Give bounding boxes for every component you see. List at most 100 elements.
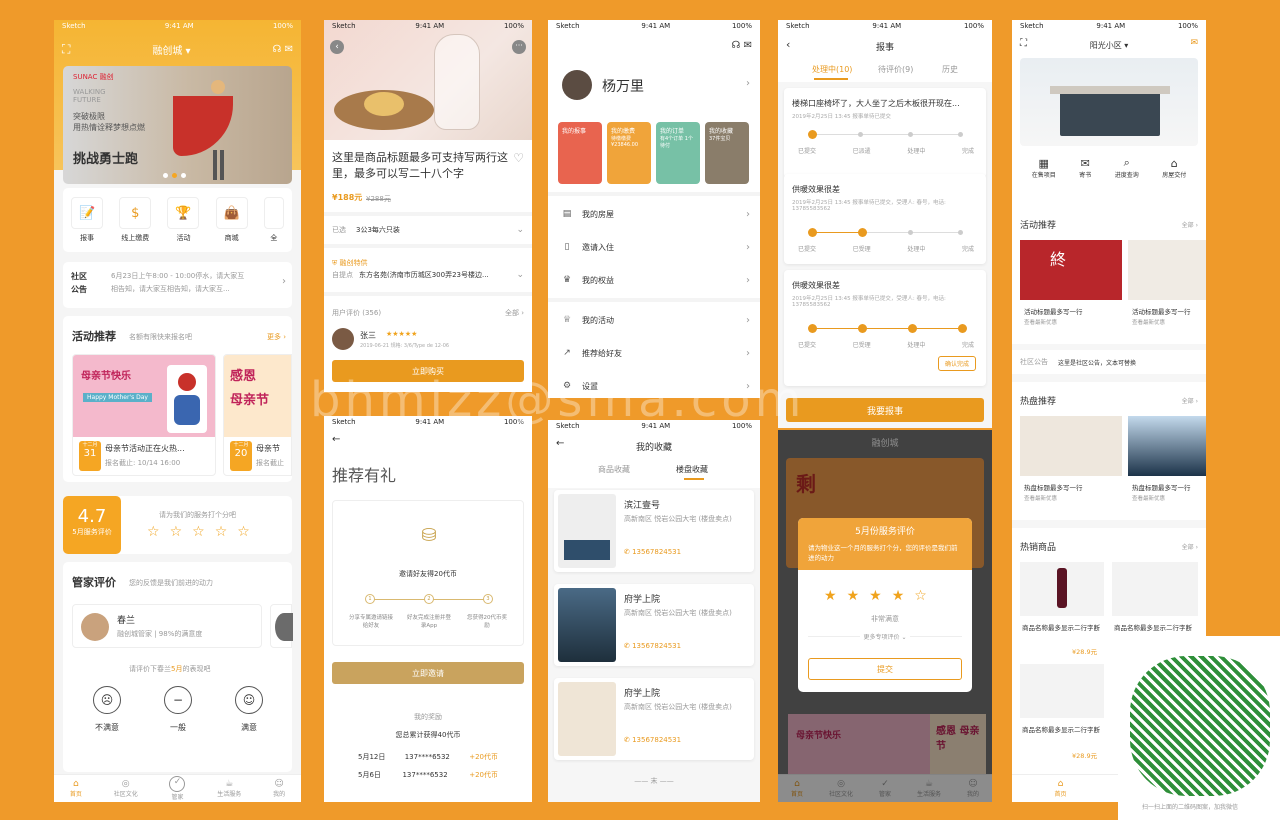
service-activity[interactable]: 🏆 活动 [167,197,200,243]
tab-home[interactable]: ⌂ 首页 [1054,779,1066,798]
menu-activity[interactable]: ♕ 我的活动 › [560,312,750,328]
menu-rights[interactable]: ♛ 我的权益 › [560,272,750,288]
tab-home[interactable]: ⌂ 首页 [70,779,82,798]
service-mall[interactable]: 👜 商城 [215,197,248,243]
tab-estates[interactable]: 楼盘收藏 [676,464,708,475]
tab-history[interactable]: 历史 [942,64,958,75]
star-icon[interactable]: ★ [847,588,860,604]
fav-item[interactable]: 府学上院 高新南区 悦岩公园大宅 (楼盘卖点) ✆ 13567824531 [554,584,754,666]
menu-settings[interactable]: ⚙ 设置 › [560,378,750,394]
estate-banner[interactable] [1020,58,1198,146]
face-happy[interactable]: ☺ 满意 [235,686,263,733]
more-link[interactable]: 更多 › [267,332,286,342]
goods-image[interactable] [1112,562,1198,616]
menu-recommend[interactable]: ↗ 推荐给好友 › [560,345,750,361]
headset-icon[interactable]: ☊ [732,40,741,51]
card-favorites[interactable]: 我的收藏 37件宝贝 [705,122,749,184]
reviewer-name: 张三 [360,331,376,340]
culture-icon: ◎ [121,779,130,789]
banner[interactable]: SUNAC 融创 WALKING FUTURE 突破极限 用热情诠释梦想点燃 挑… [63,66,292,184]
spec-selector[interactable]: 已选 3公3每六只装 ⌄ [332,222,524,238]
phone-number[interactable]: ✆ 13567824531 [624,642,681,650]
pickup-point[interactable]: 自提点 东方名苑(济南市历城区300弄23号楼边... ⌄ [332,270,524,280]
rating-stars[interactable]: ★ ★ ★ ★ ☆ [824,588,927,604]
service-pay[interactable]: $ 线上缴费 [119,197,152,243]
butler-card[interactable]: 春兰 融创城管家 | 98%的满意度 [72,604,262,648]
face-unhappy[interactable]: ☹ 不满意 [93,686,121,733]
chevron-right-icon[interactable]: › [746,78,750,89]
service-progress[interactable]: ⌕ 进度查询 [1115,156,1139,179]
phone-number[interactable]: ✆ 13567824531 [624,736,681,744]
scan-icon[interactable]: ⛶ [62,42,70,57]
goods-image[interactable] [1020,664,1104,718]
submit-report-button[interactable]: 我要报事 [786,398,984,422]
star-icon[interactable]: ☆ [237,524,250,540]
star-icon[interactable]: ☆ [170,524,183,540]
qr-caption: 扫一扫上面的二维码图案，加我微信 [1142,804,1239,811]
activity-card-1[interactable]: 母亲节快乐 Happy Mother's Day 十二月 31 母亲节活动正在火热… [72,354,216,476]
star-icon[interactable]: ☆ [914,588,927,604]
score-stars[interactable]: ☆ ☆ ☆ ☆ ☆ [147,524,250,540]
buy-now-button[interactable]: 立即购买 [332,360,524,382]
estate-image[interactable] [1020,416,1122,476]
city-selector[interactable]: 阳光小区 ▾ [1012,40,1206,51]
message-icon[interactable]: ✉ [1190,38,1198,48]
phone-number[interactable]: ✆ 13567824531 [624,548,681,556]
fav-item[interactable]: 府学上院 高新南区 悦岩公园大宅 (楼盘卖点) ✆ 13567824531 [554,678,754,760]
avatar[interactable] [562,70,592,100]
service-mail[interactable]: ✉ 寄书 [1079,157,1091,179]
activity-image[interactable]: 終 [1020,240,1122,300]
ticket-card[interactable]: 供暖效果很差 2019年2月25日 13:45 报事单待已提交，受理人: 春号，电… [784,270,986,386]
activity-image[interactable] [1128,240,1206,300]
star-icon[interactable]: ★ [892,588,905,604]
favorite-heart-icon[interactable]: ♡ [513,151,524,165]
card-report[interactable]: 我的报事 [558,122,602,184]
card-orders[interactable]: 我的订单 有4个订单 1个待付 [656,122,700,184]
star-icon[interactable]: ☆ [192,524,205,540]
ticket-card[interactable]: 供暖效果很差 2019年2月25日 13:45 报事单待已提交，受理人: 春号，电… [784,174,986,264]
more-ratings-link[interactable]: 更多专项评价 ⌄ [798,632,972,641]
more-icon[interactable]: ··· [512,40,526,54]
tab-processing[interactable]: 处理中(10) [812,64,852,75]
tab-goods[interactable]: 商品收藏 [598,464,630,475]
tab-to-rate[interactable]: 待评价(9) [878,64,913,75]
notice-bar[interactable]: 社区 公告 6月23日上午8:00 - 10:00停水，请大家互 相告知，请大家… [63,262,292,308]
back-arrow-icon[interactable]: ← [332,434,340,445]
service-report[interactable]: 📝 报事 [71,197,104,243]
tab-culture[interactable]: ◎ 社区文化 [114,779,138,798]
notice-bar[interactable]: 社区公告 这里是社区公告，文本可替换 [1012,350,1206,374]
star-icon[interactable]: ★ [824,588,837,604]
invite-button[interactable]: 立即邀请 [332,662,524,684]
face-neutral[interactable]: − 一般 [164,686,192,733]
wechat-qr-code[interactable] [1130,656,1270,796]
card-payment[interactable]: 我的缴费 待缴缴费 ¥23846.00 [607,122,651,184]
star-icon[interactable]: ☆ [147,524,160,540]
star-icon[interactable]: ☆ [215,524,228,540]
menu-invite[interactable]: ▯ 邀请入住 › [560,239,750,255]
tab-butler[interactable]: ✓ 管家 [169,776,186,801]
tab-mine[interactable]: ☺ 我的 [273,779,285,798]
submit-button[interactable]: 提交 [808,658,962,680]
headset-icon[interactable]: ☊ [273,44,282,55]
tab-life[interactable]: ☕ 生活服务 [217,779,241,798]
butler-icon: ✓ [169,776,186,792]
modal-desc: 请为物业这一个月的服务打个分，您的评价是我们前进的动力 [808,544,958,562]
service-all[interactable]: 全 [263,197,284,243]
score-value: 4.7 [77,506,107,527]
back-icon[interactable]: ‹ [330,40,344,54]
ticket-card[interactable]: 楼梯口座椅坏了，大人坐了之后木板很开现在... 2019年2月25日 13:45 … [784,88,986,178]
service-onsale[interactable]: ▦ 在售项目 [1032,157,1056,179]
message-icon[interactable]: ✉ [285,44,293,55]
confirm-complete-button[interactable]: 确认完成 [937,356,976,371]
menu-house[interactable]: ▤ 我的房屋 › [560,206,750,222]
message-icon[interactable]: ✉ [744,40,752,51]
city-selector[interactable]: 融创城 ▾ [152,42,190,57]
star-icon[interactable]: ★ [869,588,882,604]
activity-card-2[interactable]: 感恩 母亲节 十二月 20 母亲节 报名截止 [223,354,292,476]
review-all-link[interactable]: 全部 › [505,308,524,318]
fav-item[interactable]: 滨江壹号 高新南区 悦岩公园大宅 (楼盘卖点) ✆ 13567824531 [554,490,754,572]
service-delivery[interactable]: ⌂ 房屋交付 [1162,157,1186,179]
goods-image[interactable] [1020,562,1104,616]
activity-section: 活动推荐 全部 › 終 活动标题最多写一行 查看最新优惠 活动标题最多写一行 查看最新… [1012,206,1206,344]
estate-image[interactable] [1128,416,1206,476]
